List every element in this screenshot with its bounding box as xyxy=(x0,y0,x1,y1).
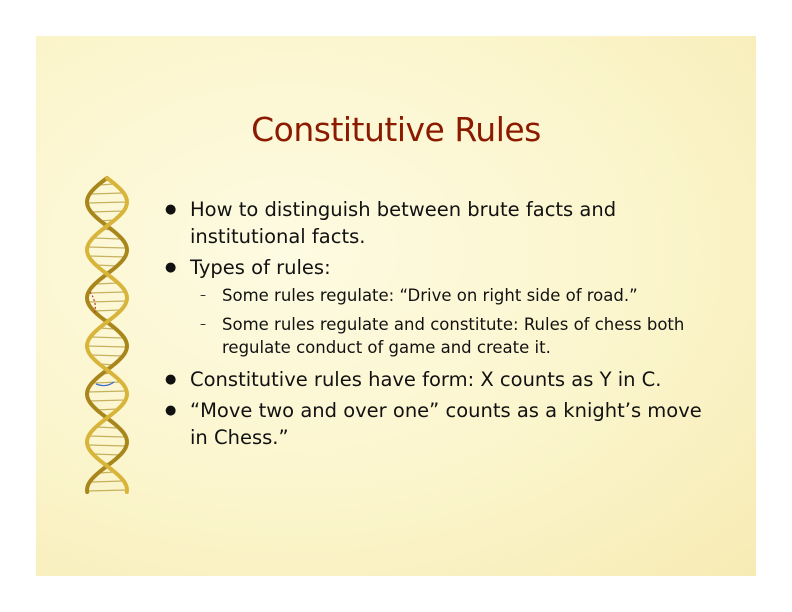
bullet-marker: ● xyxy=(165,202,177,217)
bullet-item: ● How to distinguish between brute facts … xyxy=(164,196,724,250)
bullet-list: ● How to distinguish between brute facts … xyxy=(164,196,724,455)
bullet-text: Constitutive rules have form: X counts a… xyxy=(190,368,662,391)
slide-title: Constitutive Rules xyxy=(251,110,541,149)
sub-bullet-list: – Some rules regulate: “Drive on right si… xyxy=(190,284,724,359)
bullet-item: ● “Move two and over one” counts as a kni… xyxy=(164,397,724,451)
bullet-text: Types of rules: xyxy=(190,256,331,279)
bullet-marker: ● xyxy=(165,403,177,418)
bullet-item: ● Types of rules: – Some rules regulate: “D… xyxy=(164,254,724,359)
slide: Constitutive Rules ● How to distinguish b… xyxy=(36,36,756,576)
sub-bullet-text: Some rules regulate and constitute: Rule… xyxy=(222,315,685,357)
dna-helix-icon xyxy=(84,176,130,494)
sub-bullet-text: Some rules regulate: “Drive on right sid… xyxy=(222,286,638,305)
sub-bullet-marker: – xyxy=(200,288,206,302)
bullet-marker: ● xyxy=(165,372,177,387)
sub-bullet-item: – Some rules regulate and constitute: Rul… xyxy=(190,313,724,359)
bullet-text: “Move two and over one” counts as a knig… xyxy=(190,399,702,449)
bullet-item: ● Constitutive rules have form: X counts … xyxy=(164,366,724,393)
bullet-marker: ● xyxy=(165,260,177,275)
sub-bullet-item: – Some rules regulate: “Drive on right si… xyxy=(190,284,724,307)
sub-bullet-marker: – xyxy=(200,317,206,331)
bullet-text: How to distinguish between brute facts a… xyxy=(190,198,617,248)
